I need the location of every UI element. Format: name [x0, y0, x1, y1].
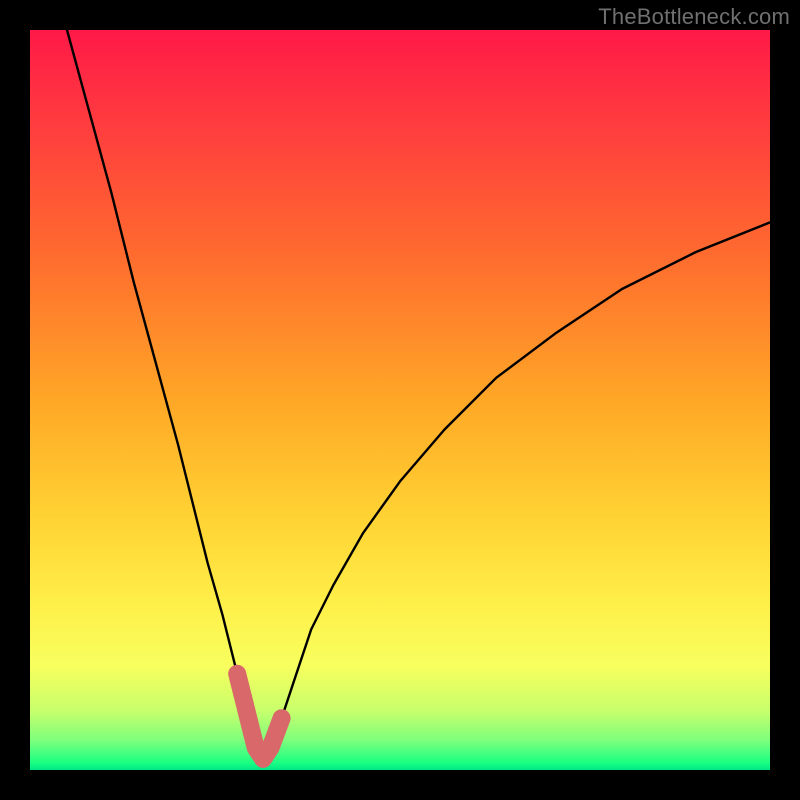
highlight-segment [237, 674, 281, 759]
bottleneck-curve [67, 30, 770, 759]
plot-area [30, 30, 770, 770]
chart-frame: TheBottleneck.com [0, 0, 800, 800]
watermark-text: TheBottleneck.com [598, 4, 790, 30]
curve-layer [30, 30, 770, 770]
